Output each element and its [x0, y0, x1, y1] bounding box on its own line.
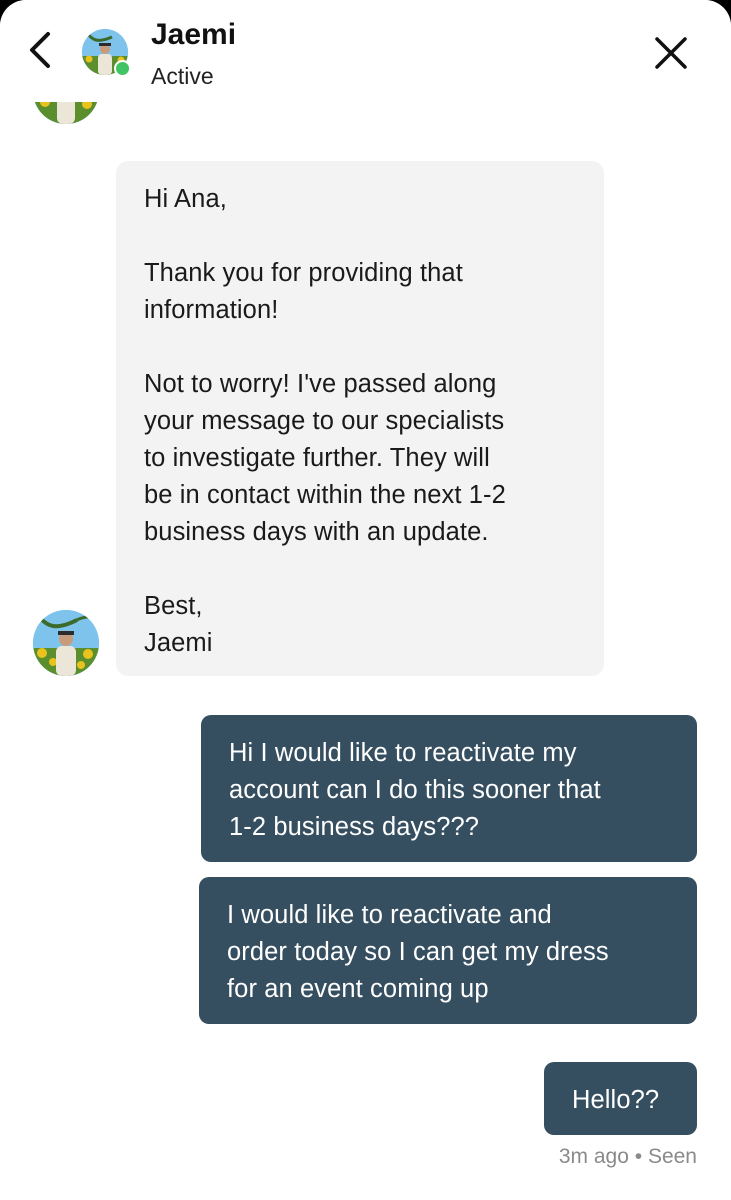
message-paragraph: Hi Ana, — [144, 185, 227, 213]
close-icon — [655, 37, 687, 69]
outgoing-message-bubble[interactable]: I would like to reactivate and order tod… — [199, 877, 697, 1024]
chevron-left-icon — [30, 32, 50, 68]
message-text: Hi I would like to reactivate my account… — [229, 739, 601, 841]
contact-status: Active — [151, 63, 214, 89]
incoming-message-bubble[interactable]: Hi Ana, Thank you for providing that inf… — [116, 161, 604, 676]
read-receipt: 3m ago • Seen — [558, 1145, 697, 1168]
message-paragraph: Thank you for providing that information… — [144, 259, 463, 324]
back-button[interactable] — [20, 26, 60, 74]
message-text: Hello?? — [572, 1086, 660, 1114]
chat-header: Jaemi Active — [0, 0, 731, 102]
close-button[interactable] — [648, 30, 694, 76]
contact-name[interactable]: Jaemi — [151, 16, 236, 54]
outgoing-message-bubble[interactable]: Hi I would like to reactivate my account… — [201, 715, 697, 862]
chat-screen: Jaemi Active Hi Ana, Thank you for provi… — [0, 0, 731, 1200]
sender-avatar[interactable] — [33, 610, 99, 676]
message-paragraph: Best, Jaemi — [144, 592, 213, 657]
outgoing-message-bubble[interactable]: Hello?? — [544, 1062, 697, 1135]
message-paragraph: Not to worry! I've passed along your mes… — [144, 370, 506, 546]
online-status-indicator — [114, 60, 131, 77]
message-text: I would like to reactivate and order tod… — [227, 901, 609, 1003]
